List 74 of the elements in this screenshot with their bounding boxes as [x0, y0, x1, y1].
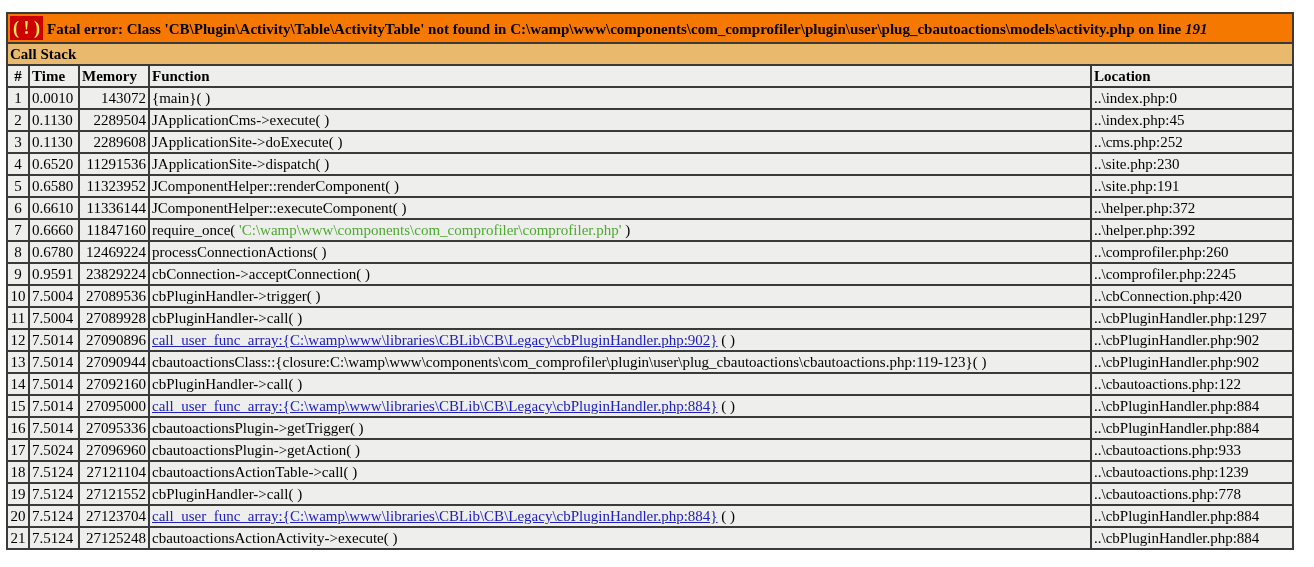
table-cell: JComponentHelper::renderComponent( ): [149, 175, 1091, 197]
table-cell: 15: [7, 395, 29, 417]
table-cell: JApplicationCms->execute( ): [149, 109, 1091, 131]
table-cell: 20: [7, 505, 29, 527]
table-cell: cbPluginHandler->call( ): [149, 307, 1091, 329]
table-cell: cbautoactionsActionTable->call( ): [149, 461, 1091, 483]
table-cell: ..\cms.php:252: [1090, 131, 1293, 153]
table-cell: 3: [7, 131, 29, 153]
table-cell: 13: [7, 351, 29, 373]
table-cell: 8: [7, 241, 29, 263]
error-badge: ( ! ): [10, 16, 43, 40]
table-cell: 19: [7, 483, 29, 505]
table-cell: 18: [7, 461, 29, 483]
table-cell: ..\comprofiler.php:2245: [1090, 263, 1293, 285]
table-cell: 16: [7, 417, 29, 439]
table-cell: 11: [7, 307, 29, 329]
table-cell: 21: [7, 527, 29, 549]
table-cell: ..\index.php:0: [1090, 87, 1293, 109]
file-path-argument: 'C:\wamp\www\components\com_comprofiler\comprofiler.php': [239, 222, 622, 238]
table-cell: cbautoactionsActionActivity->execute( ): [149, 527, 1091, 549]
table-cell: JApplicationSite->dispatch( ): [149, 153, 1091, 175]
call-parentheses: ( ): [721, 508, 736, 524]
function-link[interactable]: call_user_func_array:{C:\wamp\www\libraries\CBLib\CB\Legacy\cbPluginHandler.php:902}: [152, 332, 718, 348]
column-header: Location: [1090, 65, 1293, 87]
table-cell: 1: [7, 87, 29, 109]
table-cell: 5: [7, 175, 29, 197]
table-cell: cbPluginHandler->call( ): [149, 483, 1091, 505]
function-name: require_once(: [152, 222, 236, 238]
table-cell: ..\cbPluginHandler.php:884: [1090, 417, 1293, 439]
function-link[interactable]: call_user_func_array:{C:\wamp\www\libraries\CBLib\CB\Legacy\cbPluginHandler.php:884}: [152, 508, 718, 524]
table-cell: ..\cbConnection.php:420: [1090, 285, 1293, 307]
table-cell: ..\cbPluginHandler.php:902: [1090, 351, 1293, 373]
table-cell: ..\cbPluginHandler.php:884: [1090, 527, 1293, 549]
table-cell: ..\cbautoactions.php:1239: [1090, 461, 1293, 483]
table-cell: ..\helper.php:372: [1090, 197, 1293, 219]
column-header: Function: [149, 65, 1091, 87]
table-cell: 9: [7, 263, 29, 285]
table-cell: ..\cbPluginHandler.php:902: [1090, 329, 1293, 351]
table-cell: 7: [7, 219, 29, 241]
function-link[interactable]: call_user_func_array:{C:\wamp\www\libraries\CBLib\CB\Legacy\cbPluginHandler.php:884}: [152, 398, 718, 414]
table-cell: 6: [7, 197, 29, 219]
table-cell: cbPluginHandler->call( ): [149, 373, 1091, 395]
call-parentheses: ( ): [721, 332, 736, 348]
call-parentheses: ( ): [721, 398, 736, 414]
table-cell: cbautoactionsPlugin->getTrigger( ): [149, 417, 1091, 439]
table-cell: ..\cbPluginHandler.php:884: [1090, 395, 1293, 417]
table-cell: 4: [7, 153, 29, 175]
table-cell: 14: [7, 373, 29, 395]
table-cell: 2: [7, 109, 29, 131]
table-cell: 12: [7, 329, 29, 351]
table-cell: cbautoactionsPlugin->getAction( ): [149, 439, 1091, 461]
table-cell: cbautoactionsClass::{closure:C:\wamp\www\components\com_comprofiler\plugin\user\plug_cbautoactions\cbautoactions.php:119-123}( ): [149, 351, 1091, 373]
table-cell: JComponentHelper::executeComponent( ): [149, 197, 1091, 219]
table-cell: 10: [7, 285, 29, 307]
table-cell: ..\cbPluginHandler.php:1297: [1090, 307, 1293, 329]
table-cell: cbConnection->acceptConnection( ): [149, 263, 1091, 285]
table-cell: ..\comprofiler.php:260: [1090, 241, 1293, 263]
table-cell: ..\site.php:191: [1090, 175, 1293, 197]
error-message: Fatal error: Class 'CB\Plugin\Activity\Table\ActivityTable' not found in C:\wamp\www\components\com_comprofiler\plugin\user\plug_cbautoactions\models\activity.php on line 191: [47, 21, 1208, 37]
table-cell: ..\site.php:230: [1090, 153, 1293, 175]
table-cell: ..\index.php:45: [1090, 109, 1293, 131]
table-cell: ..\cbPluginHandler.php:884: [1090, 505, 1293, 527]
column-header: #: [7, 65, 29, 87]
table-cell: ..\helper.php:392: [1090, 219, 1293, 241]
table-cell: JApplicationSite->doExecute( ): [149, 131, 1091, 153]
table-cell: {main}( ): [149, 87, 1091, 109]
table-cell: ..\cbautoactions.php:933: [1090, 439, 1293, 461]
table-cell: ..\cbautoactions.php:778: [1090, 483, 1293, 505]
table-cell: cbPluginHandler->trigger( ): [149, 285, 1091, 307]
table-cell: ..\cbautoactions.php:122: [1090, 373, 1293, 395]
table-cell: 17: [7, 439, 29, 461]
table-cell: processConnectionActions( ): [149, 241, 1091, 263]
call-stack-heading: Call Stack: [7, 43, 1293, 65]
closing-parenthesis: ): [625, 222, 631, 238]
